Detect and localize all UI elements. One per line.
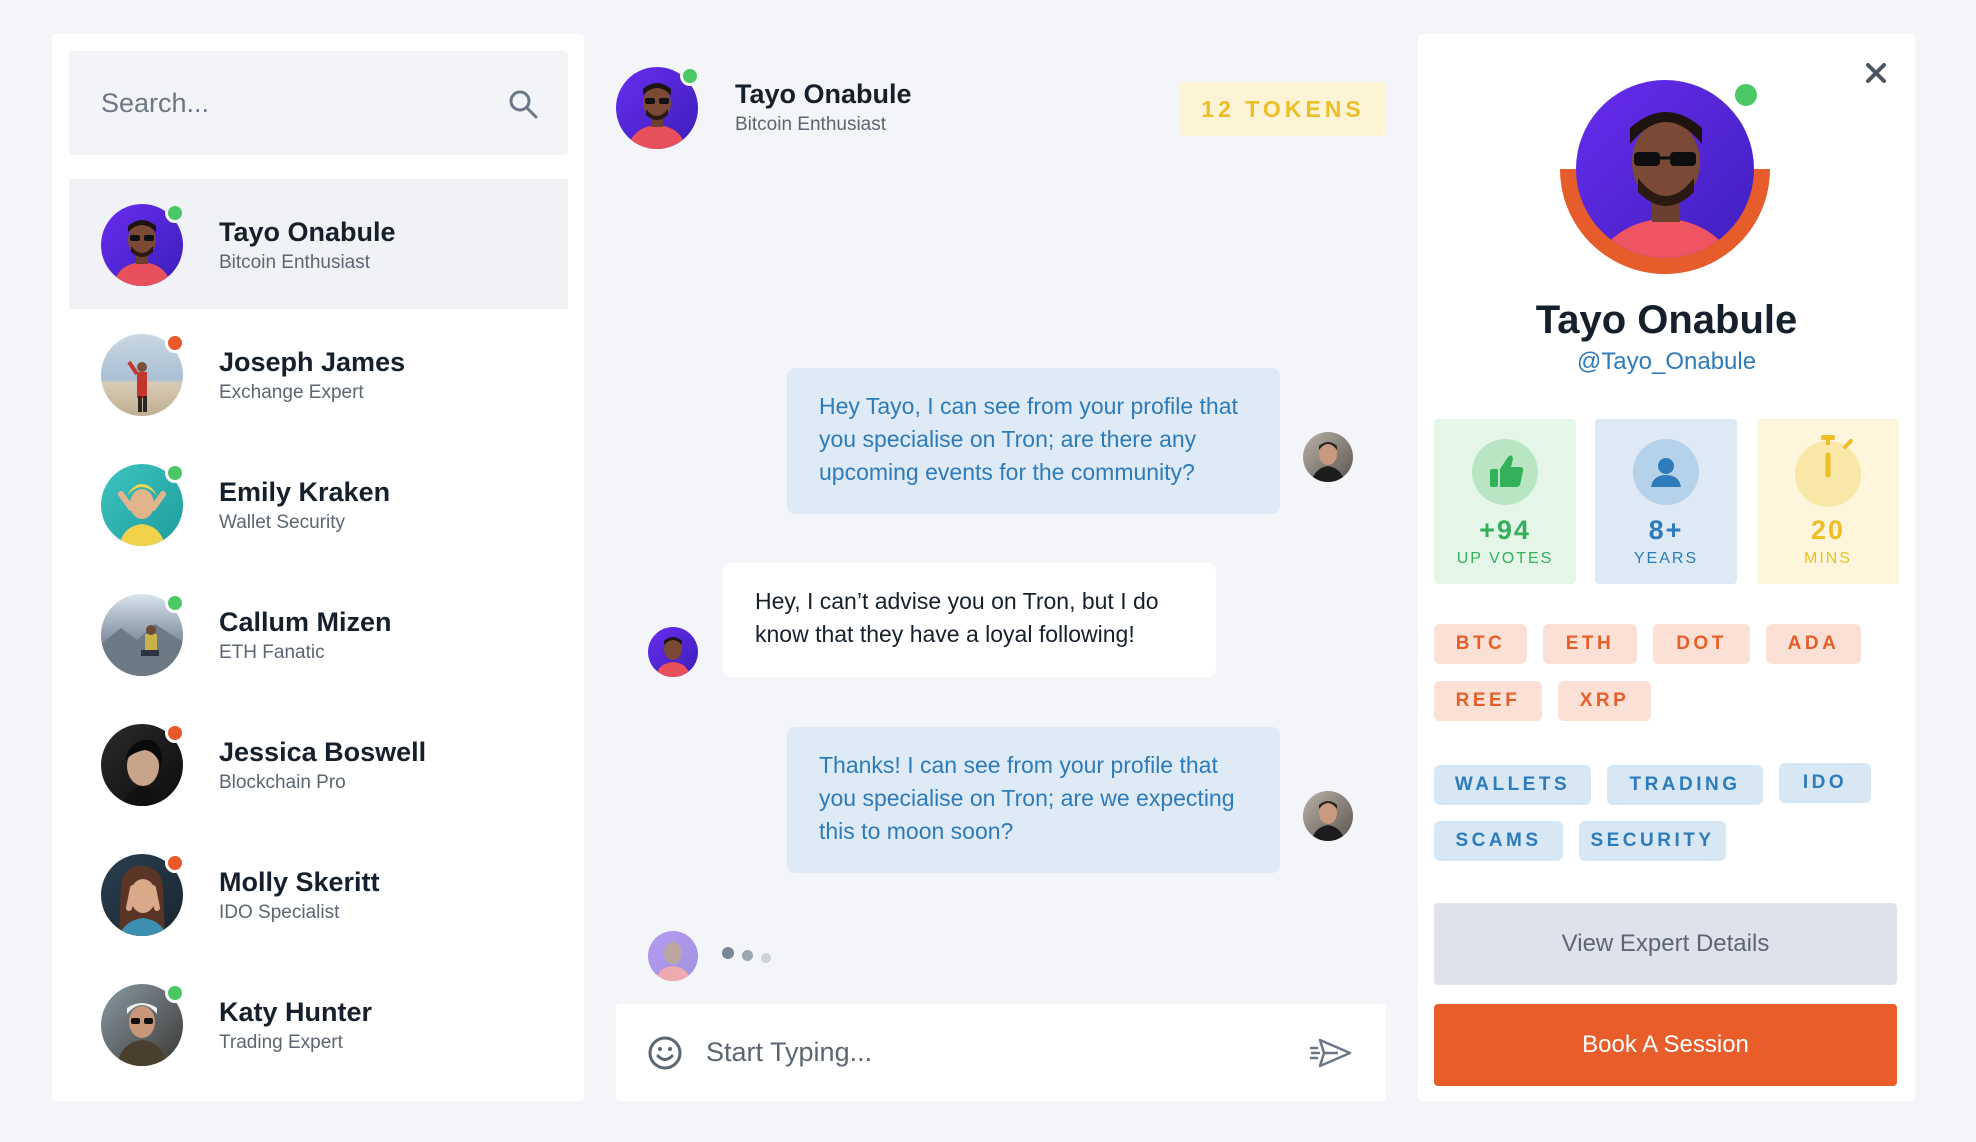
view-expert-details-button[interactable]: View Expert Details <box>1434 903 1897 985</box>
coin-tag[interactable]: ADA <box>1766 624 1861 664</box>
profile-handle[interactable]: @Tayo_Onabule <box>1418 348 1915 376</box>
thumbs-up-icon <box>1472 439 1538 505</box>
contacts-panel: Tayo Onabule Bitcoin Enthusiast Joseph J… <box>52 34 584 1101</box>
status-online-indicator <box>165 463 185 483</box>
search-icon[interactable] <box>508 89 538 119</box>
stat-label: YEARS <box>1633 550 1699 567</box>
contact-item-katy-hunter[interactable]: Katy Hunter Trading Expert <box>69 959 568 1089</box>
avatar <box>101 593 185 676</box>
status-online-indicator <box>165 593 185 613</box>
chat-header-role: Bitcoin Enthusiast <box>735 114 887 135</box>
stat-label: MINS <box>1804 550 1852 567</box>
stat-card-years: 8+ YEARS <box>1595 419 1737 584</box>
coin-tag[interactable]: ETH <box>1543 624 1637 664</box>
contact-role: Blockchain Pro <box>219 772 346 793</box>
topic-tag[interactable]: SCAMS <box>1434 821 1563 861</box>
profile-panel: Tayo Onabule @Tayo_Onabule +94 UP VOTES … <box>1418 34 1915 1101</box>
message-input[interactable] <box>706 1004 1276 1101</box>
contact-role: Trading Expert <box>219 1032 343 1053</box>
contact-name: Katy Hunter <box>219 997 373 1027</box>
status-online-indicator <box>165 203 185 223</box>
message-bubble-outgoing: Hey Tayo, I can see from your profile th… <box>787 368 1280 514</box>
profile-avatar <box>1560 74 1770 284</box>
status-online-indicator <box>1730 79 1762 111</box>
avatar <box>101 203 185 286</box>
status-busy-indicator <box>165 723 185 743</box>
contact-role: ETH Fanatic <box>219 642 325 663</box>
contact-list: Tayo Onabule Bitcoin Enthusiast Joseph J… <box>69 179 568 1089</box>
tokens-badge: 12 TOKENS <box>1180 82 1386 136</box>
avatar <box>101 723 185 806</box>
typing-dot <box>742 950 753 961</box>
topic-tag[interactable]: SECURITY <box>1579 821 1726 861</box>
status-busy-indicator <box>165 333 185 353</box>
message-composer <box>616 1004 1386 1101</box>
chat-header-name: Tayo Onabule <box>735 79 912 109</box>
stat-label: UP VOTES <box>1456 550 1554 567</box>
user-icon <box>1633 439 1699 505</box>
topic-tag[interactable]: WALLETS <box>1434 765 1591 805</box>
contact-role: Exchange Expert <box>219 382 364 403</box>
stopwatch-icon <box>1795 435 1861 507</box>
coin-tag[interactable]: DOT <box>1653 624 1750 664</box>
contact-item-emily-kraken[interactable]: Emily Kraken Wallet Security <box>69 439 568 569</box>
stat-value: +94 <box>1479 515 1531 545</box>
contact-item-callum-mizen[interactable]: Callum Mizen ETH Fanatic <box>69 569 568 699</box>
sender-avatar <box>1303 432 1353 482</box>
contact-name: Callum Mizen <box>219 607 392 637</box>
contact-name: Emily Kraken <box>219 477 391 507</box>
stat-card-upvotes: +94 UP VOTES <box>1434 419 1576 584</box>
book-session-button[interactable]: Book A Session <box>1434 1004 1897 1086</box>
contact-name: Tayo Onabule <box>219 217 396 247</box>
send-icon[interactable] <box>1310 1038 1352 1068</box>
contact-role: IDO Specialist <box>219 902 340 923</box>
stat-value: 8+ <box>1648 515 1684 545</box>
avatar <box>101 333 185 416</box>
status-busy-indicator <box>165 853 185 873</box>
contact-item-joseph-james[interactable]: Joseph James Exchange Expert <box>69 309 568 439</box>
coin-tag[interactable]: REEF <box>1434 681 1542 721</box>
topic-tag[interactable]: IDO <box>1779 763 1871 803</box>
close-icon[interactable] <box>1865 62 1887 84</box>
contact-role: Wallet Security <box>219 512 345 533</box>
typing-dot <box>761 953 771 963</box>
contact-name: Joseph James <box>219 347 406 377</box>
status-online-indicator <box>680 66 700 86</box>
chat-area: Tayo Onabule Bitcoin Enthusiast 12 TOKEN… <box>616 34 1386 1101</box>
topic-tag[interactable]: TRADING <box>1607 765 1763 805</box>
search-box <box>69 51 568 155</box>
contact-item-molly-skeritt[interactable]: Molly Skeritt IDO Specialist <box>69 829 568 959</box>
search-input[interactable] <box>69 51 489 155</box>
profile-name: Tayo Onabule <box>1535 298 1798 342</box>
coin-tag[interactable]: BTC <box>1434 624 1527 664</box>
contact-role: Bitcoin Enthusiast <box>219 252 371 273</box>
message-bubble-outgoing: Thanks! I can see from your profile that… <box>787 727 1280 873</box>
avatar <box>101 983 185 1066</box>
avatar <box>101 853 185 936</box>
status-online-indicator <box>165 983 185 1003</box>
coin-tag[interactable]: XRP <box>1558 681 1651 721</box>
contact-name: Jessica Boswell <box>219 737 427 767</box>
message-bubble-incoming: Hey, I can’t advise you on Tron, but I d… <box>723 563 1216 677</box>
emoji-icon[interactable] <box>647 1035 683 1071</box>
avatar <box>101 463 185 546</box>
stat-value: 20 <box>1810 515 1846 545</box>
sender-avatar <box>1303 791 1353 841</box>
typing-avatar <box>648 931 698 981</box>
sender-avatar <box>648 627 698 677</box>
typing-dot <box>722 947 734 959</box>
chat-header-avatar[interactable] <box>616 66 700 149</box>
stat-card-mins: 20 MINS <box>1757 419 1899 584</box>
contact-name: Molly Skeritt <box>219 867 380 897</box>
contact-item-jessica-boswell[interactable]: Jessica Boswell Blockchain Pro <box>69 699 568 829</box>
contact-item-tayo-onabule[interactable]: Tayo Onabule Bitcoin Enthusiast <box>69 179 568 309</box>
